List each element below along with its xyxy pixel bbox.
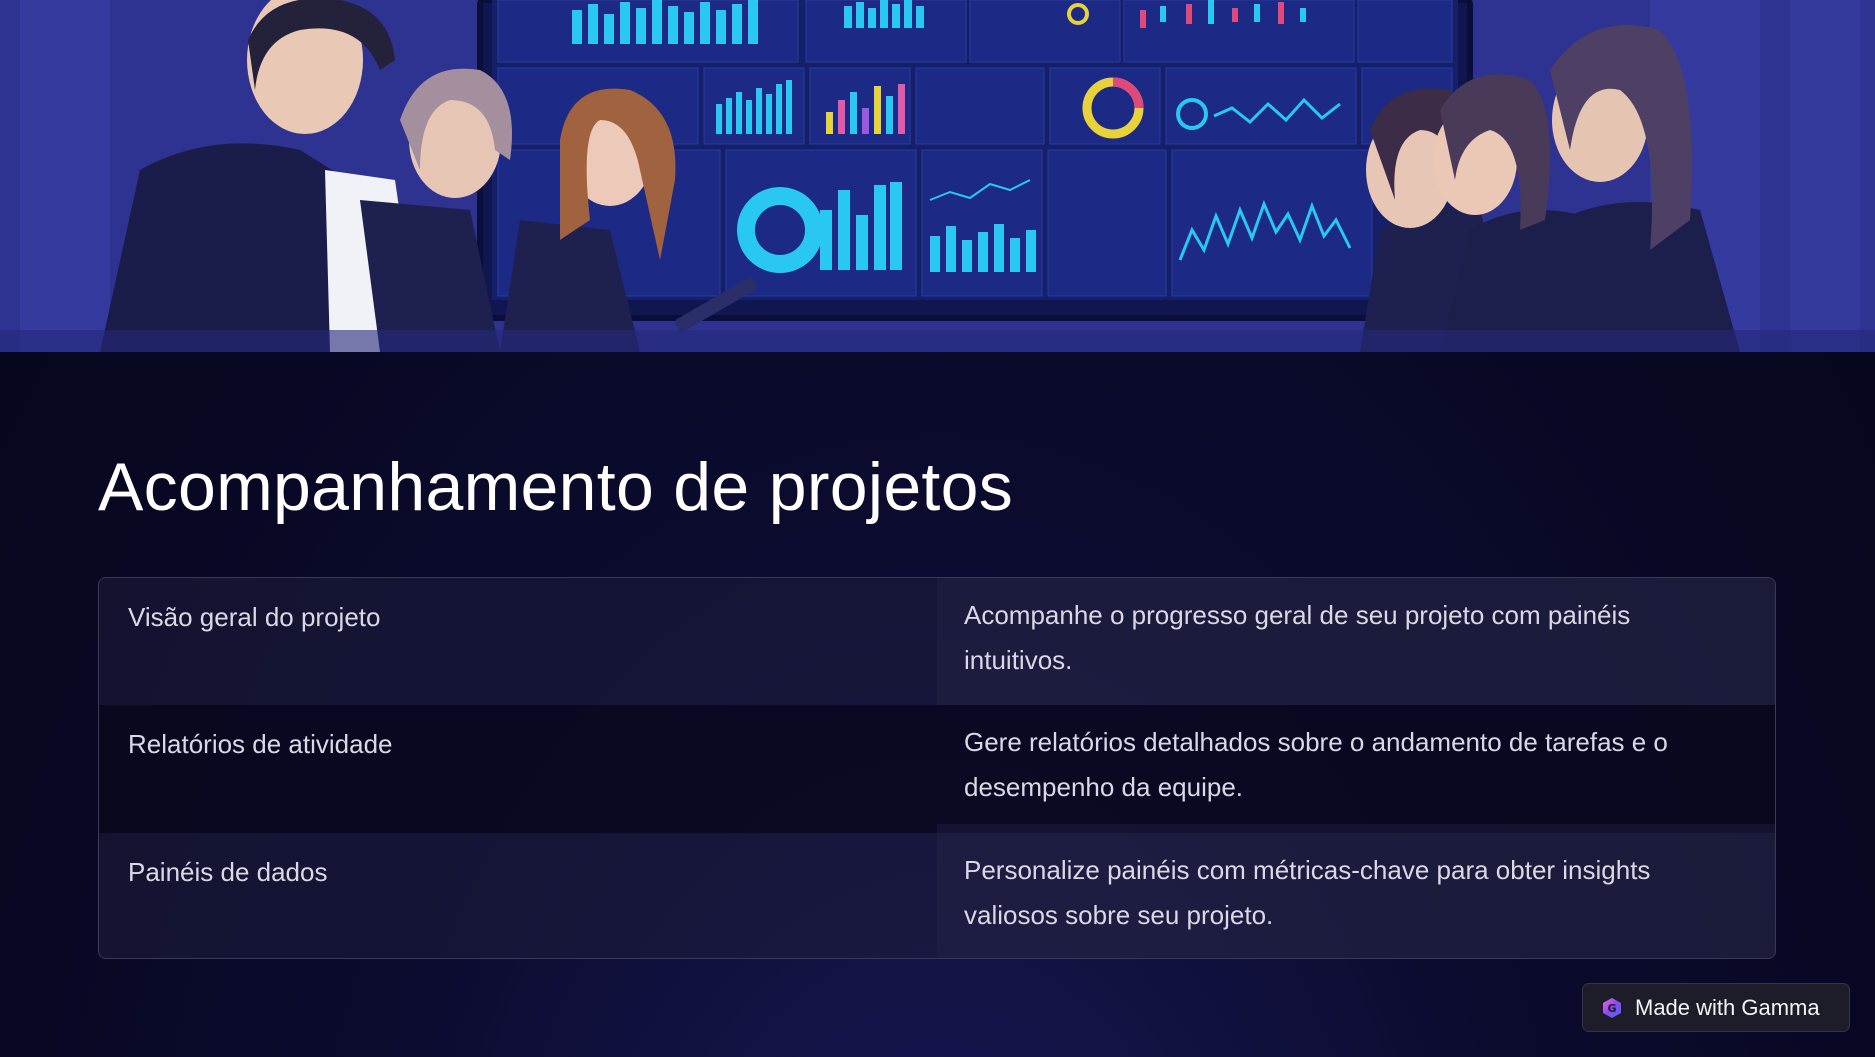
table-row: Painéis de dados Personalize painéis com…: [99, 823, 1775, 958]
table-row: Relatórios de atividade Gere relatórios …: [99, 705, 1775, 833]
gamma-logo-icon: G: [1603, 997, 1621, 1018]
row-label: Painéis de dados: [128, 856, 328, 887]
row-label: Visão geral do projeto: [128, 602, 381, 632]
row-description: Personalize painéis com métricas-chave p…: [937, 823, 1775, 958]
row-label: Relatórios de atividade: [128, 729, 393, 760]
made-with-gamma-button[interactable]: G Made with Gamma: [1582, 983, 1850, 1032]
page-title: Acompanhamento de projetos: [98, 449, 1014, 525]
row-description: Gere relatórios detalhados sobre o andam…: [964, 727, 1668, 803]
hero-illustration: [0, 0, 1875, 352]
row-description: Acompanhe o progresso geral de seu proje…: [937, 578, 1775, 706]
svg-text:G: G: [1607, 1002, 1616, 1015]
table-row: Visão geral do projeto Acompanhe o progr…: [99, 578, 1775, 706]
dashboard-team-illustration: [0, 0, 1875, 352]
badge-label: Made with Gamma: [1635, 994, 1820, 1020]
features-table: Visão geral do projeto Acompanhe o progr…: [98, 577, 1776, 959]
